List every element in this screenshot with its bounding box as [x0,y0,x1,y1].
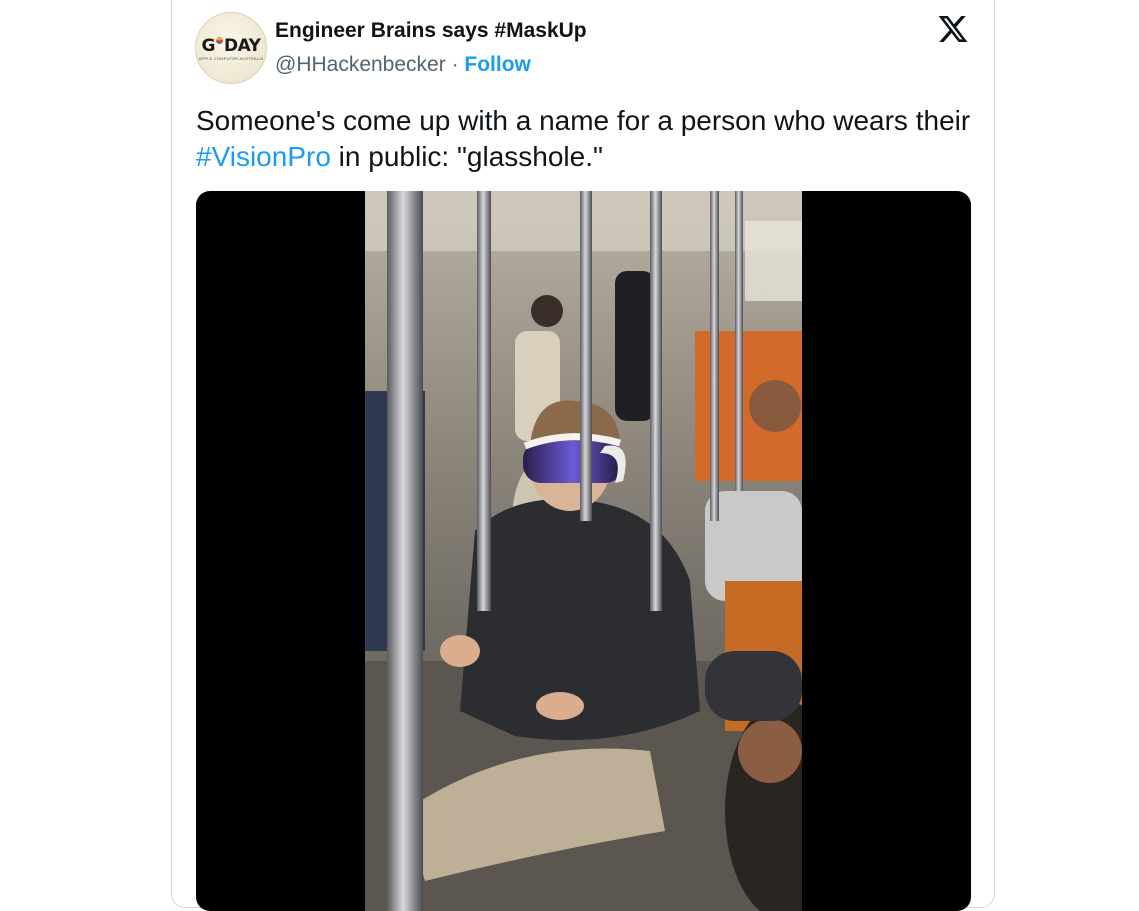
avatar-logo-subtext: APPLE COMPUTER AUSTRALIA [198,56,264,61]
tweet-text-part: Someone's come up with a name for a pers… [196,105,971,136]
video-frame[interactable] [365,191,802,911]
avatar-logo-text: G DAY [201,36,261,56]
display-name[interactable]: Engineer Brains says #MaskUp [275,18,587,44]
tweet-text-part: in public: "glasshole." [330,141,603,172]
x-logo-icon[interactable] [936,13,970,45]
apple-logo-icon [216,37,223,44]
hashtag-link[interactable]: #VisionPro [196,141,331,172]
avatar[interactable]: G DAY APPLE COMPUTER AUSTRALIA [195,12,267,84]
tweet-text: Someone's come up with a name for a pers… [196,103,976,175]
media-player[interactable] [196,191,971,911]
handle-row: @HHackenbecker · Follow [275,52,531,78]
follow-button[interactable]: Follow [464,53,531,76]
user-handle[interactable]: @HHackenbecker [275,53,446,76]
separator-dot: · [451,53,459,76]
